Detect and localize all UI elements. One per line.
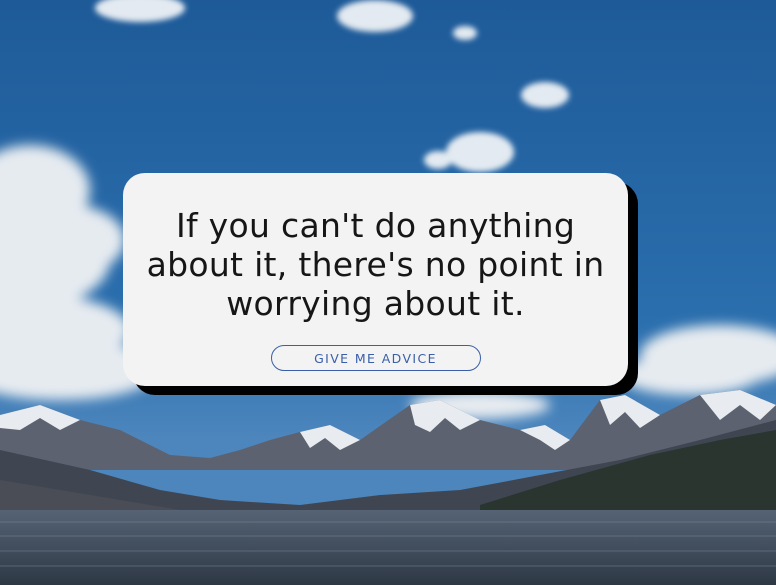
quote-card: If you can't do anything about it, there…: [123, 173, 628, 386]
quote-text: If you can't do anything about it, there…: [146, 206, 605, 323]
give-me-advice-button[interactable]: GIVE ME ADVICE: [270, 345, 481, 371]
app-root: If you can't do anything about it, there…: [0, 0, 776, 585]
